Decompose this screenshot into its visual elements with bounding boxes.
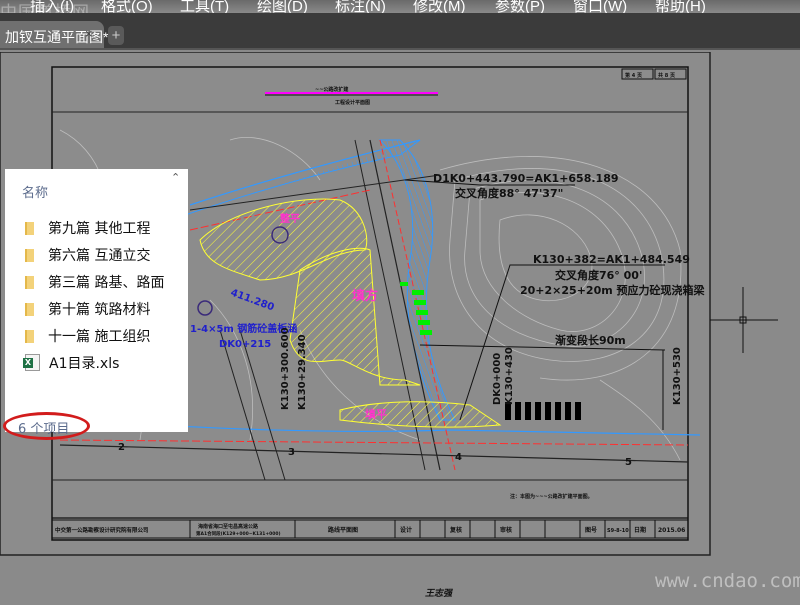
close-icon[interactable]: × <box>85 26 93 41</box>
tb-design: 设计 <box>400 526 412 534</box>
folder-icon <box>25 303 34 316</box>
k130-530-label: K130+530 <box>672 347 683 405</box>
item-label: 第六篇 互通立交 <box>48 248 151 264</box>
list-item-folder[interactable]: 第六篇 互通立交 <box>25 245 185 267</box>
tab-drawing[interactable]: 加钗互通平面图* × <box>0 21 108 48</box>
tb-drawing-no-label: 图号 <box>585 526 597 534</box>
k130-430-label: K130+430 <box>504 347 515 405</box>
culvert-station: DK0+215 <box>219 339 271 350</box>
bridge-label: 20+2×25+20m 预应力砼现浇箱梁 <box>520 283 706 297</box>
list-item-folder[interactable]: 第十篇 筑路材料 <box>25 299 185 321</box>
menu-insert[interactable]: 插入(I) <box>30 0 74 13</box>
menu-bar: 中国道桥网 插入(I) 格式(O) 工具(T) 绘图(D) 标注(N) 修改(M… <box>0 0 800 13</box>
folder-icon <box>25 249 34 262</box>
fill-label: 填方 <box>352 288 378 304</box>
menu-tools[interactable]: 工具(T) <box>180 0 229 13</box>
fill-label-2: 整平 <box>279 212 300 225</box>
menu-draw[interactable]: 绘图(D) <box>257 0 308 13</box>
page-current: 第 4 页 <box>625 72 642 79</box>
folder-icon <box>25 276 34 289</box>
cross1-station: D1K0+443.790=AK1+658.189 <box>433 172 619 185</box>
crosshair-cursor <box>710 287 778 353</box>
menu-dimension[interactable]: 标注(N) <box>335 0 386 13</box>
tb-drawing-name: 路线平面图 <box>328 526 358 534</box>
station-2: 2 <box>118 442 125 453</box>
tb-date-label: 日期 <box>634 526 646 534</box>
station-4: 4 <box>455 452 462 463</box>
new-tab-button[interactable]: + <box>108 26 124 45</box>
k-29340-label: K130+29.340 <box>297 334 308 410</box>
item-label: 十一篇 施工组织 <box>48 329 151 345</box>
k130-300-label: K130+300.600 <box>280 327 291 410</box>
list-item-excel-file[interactable]: A1目录.xls <box>23 353 185 375</box>
station-3: 3 <box>288 447 295 458</box>
document-tab-bar: 加钗互通平面图* × + <box>0 13 800 50</box>
item-label: 第九篇 其他工程 <box>48 221 151 237</box>
menu-window[interactable]: 窗口(W) <box>573 0 627 13</box>
tab-label: 加钗互通平面图* <box>5 29 109 45</box>
tb-drawing-no: S9-8-10 <box>607 528 629 534</box>
header-title: ~~公路改扩建 <box>315 86 349 93</box>
list-item-folder[interactable]: 第三篇 路基、路面 <box>25 272 185 294</box>
station-5: 5 <box>625 457 632 468</box>
folder-contents-popup: 名称 ⌃ 第九篇 其他工程 第六篇 互通立交 第三篇 路基、路面 第十篇 筑路材… <box>5 169 188 437</box>
column-header-name[interactable]: 名称 <box>22 182 48 201</box>
tb-review: 审核 <box>500 526 512 534</box>
tb-date: 2015.06 <box>658 527 685 534</box>
menu-help[interactable]: 帮助(H) <box>655 0 706 13</box>
menu-parameters[interactable]: 参数(P) <box>495 0 545 13</box>
highlight-ellipse <box>3 412 90 440</box>
fill-label-3: 填平 <box>365 407 387 421</box>
cross1-angle: 交叉角度88° 47'37" <box>455 186 563 200</box>
drawing-note: 注：本图为~~~公路改扩建平面图。 <box>510 493 593 500</box>
tb-project: 海南省海口至屯昌高速公路 <box>198 523 259 530</box>
item-label: 第十篇 筑路材料 <box>48 302 151 318</box>
header-subtitle: 工程设计平面图 <box>335 99 370 106</box>
list-item-folder[interactable]: 十一篇 施工组织 <box>25 326 185 348</box>
item-label: A1目录.xls <box>49 356 120 372</box>
menu-format[interactable]: 格式(O) <box>101 0 153 13</box>
dk-start-label: DK0+000 <box>492 353 503 405</box>
menu-modify[interactable]: 修改(M) <box>413 0 466 13</box>
signature: 王志强 <box>425 588 453 599</box>
tb-company: 中交第一公路勘察设计研究院有限公司 <box>55 526 149 534</box>
cross2-station: K130+382=AK1+484.549 <box>533 253 690 266</box>
watermark-text: www.cndao.com <box>655 570 800 592</box>
chevron-up-icon[interactable]: ⌃ <box>171 171 180 184</box>
folder-icon <box>25 222 34 235</box>
page-total: 共 8 页 <box>658 72 675 79</box>
folder-icon <box>25 330 34 343</box>
item-label: 第三篇 路基、路面 <box>48 275 165 291</box>
excel-file-icon <box>23 354 40 371</box>
tb-check: 复核 <box>449 526 462 534</box>
cross2-angle: 交叉角度76° 00' <box>555 268 642 282</box>
transition-label: 渐变段长90m <box>555 333 626 347</box>
tb-project-sub: 第A1合同段(K129+000~K131+000) <box>196 530 281 537</box>
list-item-folder[interactable]: 第九篇 其他工程 <box>25 218 185 240</box>
